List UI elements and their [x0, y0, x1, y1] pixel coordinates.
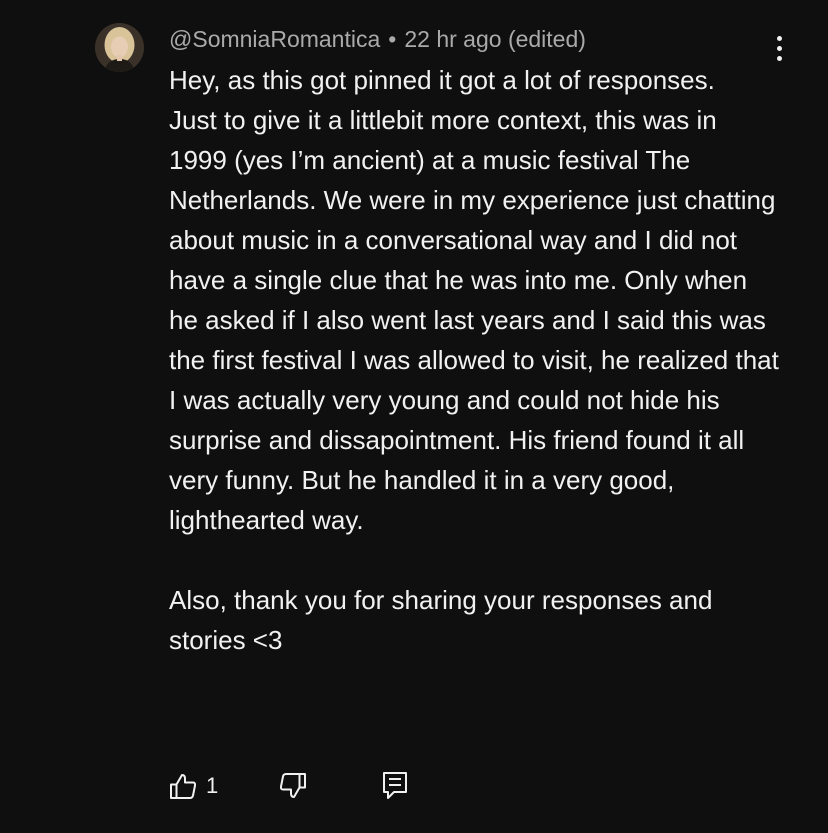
- separator-dot: •: [388, 26, 397, 52]
- comment-actions: 1: [168, 766, 410, 806]
- comment-thread: @SomniaRomantica • 22 hr ago (edited) Hey,…: [0, 0, 828, 833]
- comment-body: Hey, as this got pinned it got a lot of …: [169, 60, 779, 660]
- reply-button[interactable]: [380, 770, 410, 802]
- like-count: 1: [206, 773, 219, 798]
- dislike-button[interactable]: [278, 771, 308, 801]
- comment-header: @SomniaRomantica • 22 hr ago (edited): [169, 25, 586, 53]
- thumbs-down-icon: [280, 773, 307, 798]
- avatar[interactable]: [95, 23, 144, 72]
- reply-comment-icon: [383, 772, 408, 799]
- like-button[interactable]: 1: [168, 771, 218, 801]
- comment-paragraph: Hey, as this got pinned it got a lot of …: [169, 65, 715, 95]
- avatar-photo-icon: [95, 23, 144, 72]
- author-name[interactable]: @SomniaRomantica: [169, 26, 380, 52]
- thumbs-up-icon: [170, 774, 197, 799]
- comment-paragraph: Also, thank you for sharing your respons…: [169, 585, 713, 655]
- comment-paragraph: Just to give it a littlebit more context…: [169, 105, 779, 535]
- more-vertical-icon: [776, 35, 782, 61]
- edited-label: (edited): [507, 26, 586, 52]
- timestamp[interactable]: 22 hr ago: [404, 26, 501, 52]
